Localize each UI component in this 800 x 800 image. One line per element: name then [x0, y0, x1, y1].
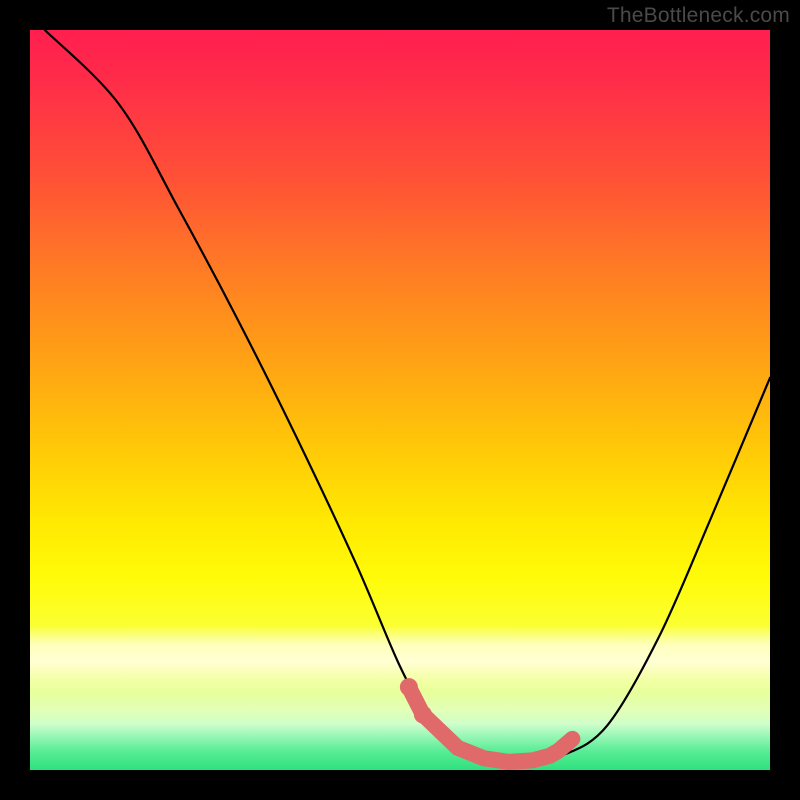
highlight-stroke — [409, 687, 573, 762]
highlight-markers — [400, 678, 573, 762]
watermark-text: TheBottleneck.com — [607, 4, 790, 28]
chart-frame: TheBottleneck.com — [0, 0, 800, 800]
plot-area — [30, 30, 770, 770]
bottleneck-curve — [45, 30, 770, 763]
highlight-dot — [414, 706, 432, 724]
curve-svg — [30, 30, 770, 770]
highlight-dot — [400, 678, 418, 696]
